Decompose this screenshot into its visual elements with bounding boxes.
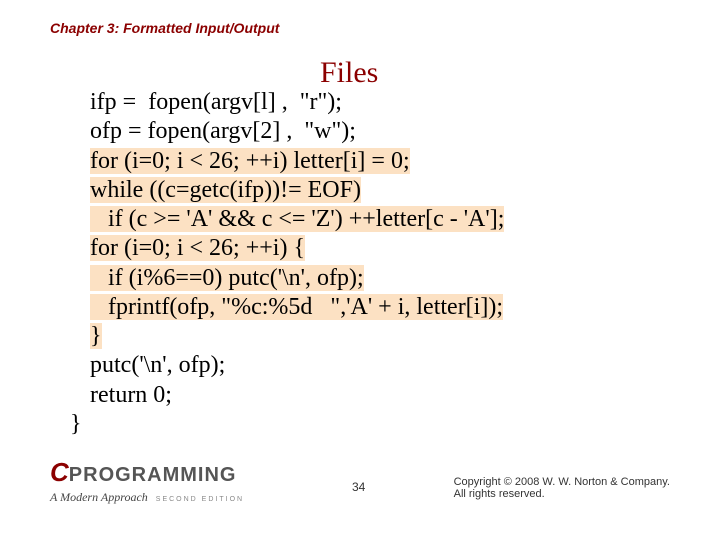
logo-c: C xyxy=(50,457,69,487)
slide-title: Files xyxy=(320,56,378,90)
code-line: ifp = fopen(argv[l] , "r"); xyxy=(90,89,342,115)
logo-edition: SECOND EDITION xyxy=(156,496,244,503)
code-line: ofp = fopen(argv[2] , "w"); xyxy=(90,118,356,144)
code-line-hl: } xyxy=(90,323,102,349)
code-line: } xyxy=(70,411,82,437)
logo: CPROGRAMMING A Modern Approach SECOND EDI… xyxy=(50,457,244,506)
code-line: putc('\n', ofp); xyxy=(90,352,225,378)
code-line-hl: if (c >= 'A' && c <= 'Z') ++letter[c - '… xyxy=(90,206,504,232)
code-line-hl: while ((c=getc(ifp))!= EOF) xyxy=(90,177,361,203)
footer: CPROGRAMMING A Modern Approach SECOND EDI… xyxy=(0,456,720,516)
logo-subtitle: A Modern Approach xyxy=(50,490,148,504)
code-line-hl: if (i%6==0) putc('\n', ofp); xyxy=(90,265,364,291)
code-line-hl: for (i=0; i < 26; ++i) { xyxy=(90,235,305,261)
copyright: Copyright © 2008 W. W. Norton & Company.… xyxy=(454,476,670,500)
code-line-hl: fprintf(ofp, "%c:%5d ",'A' + i, letter[i… xyxy=(90,294,503,320)
chapter-header: Chapter 3: Formatted Input/Output xyxy=(50,20,279,36)
copyright-line-2: All rights reserved. xyxy=(454,488,670,500)
code-line: return 0; xyxy=(90,382,172,408)
copyright-line-1: Copyright © 2008 W. W. Norton & Company. xyxy=(454,476,670,488)
logo-programming: PROGRAMMING xyxy=(69,464,237,486)
code-line-hl: for (i=0; i < 26; ++i) letter[i] = 0; xyxy=(90,148,410,174)
code-block: ifp = fopen(argv[l] , "r"); ofp = fopen(… xyxy=(70,88,660,439)
page-number: 34 xyxy=(352,480,365,494)
